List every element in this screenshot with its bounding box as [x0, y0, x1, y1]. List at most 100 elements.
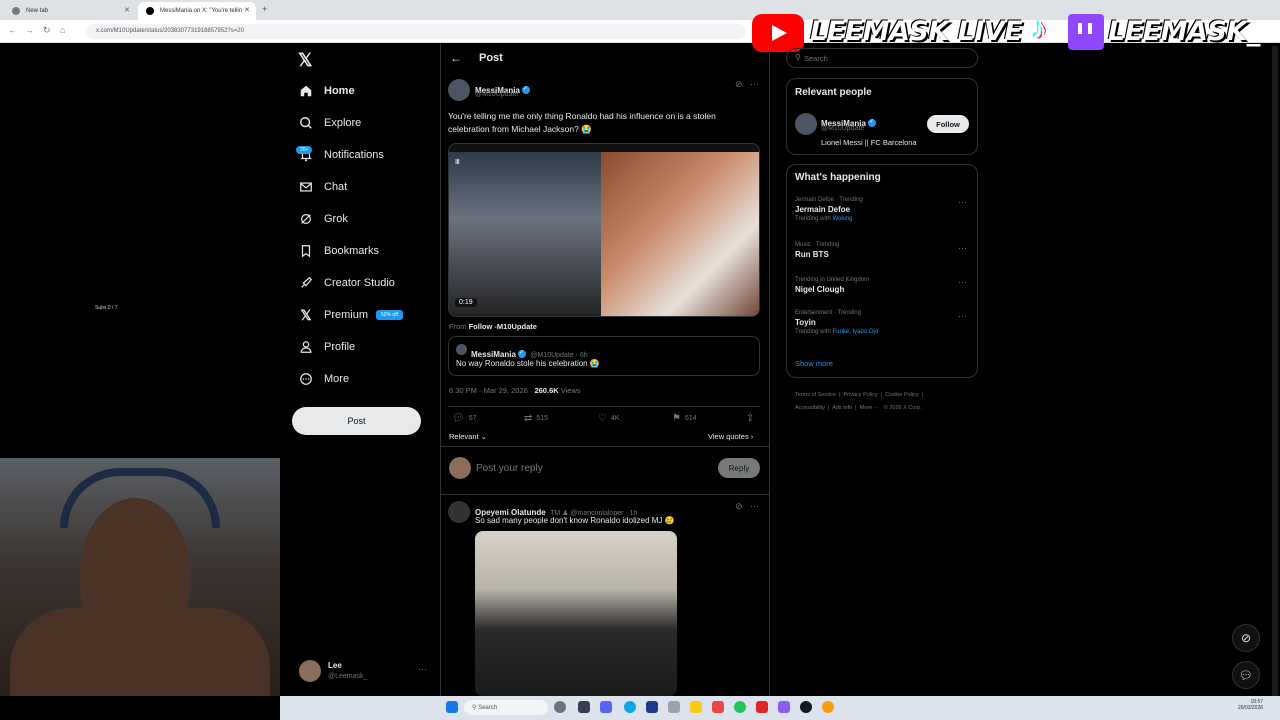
relevant-people-title: Relevant people — [795, 87, 872, 98]
url-field[interactable]: x.com/M10Update/status/20383077319188579… — [86, 24, 746, 39]
taskbar-clock[interactable]: 18:57 29/03/2026 — [1238, 699, 1263, 711]
reload-icon[interactable]: ↻ — [43, 25, 51, 36]
reply-input[interactable] — [476, 460, 706, 476]
view-quotes-link[interactable]: View quotes › — [708, 432, 753, 441]
footer-link[interactable]: Accessibility — [795, 405, 825, 411]
x-logo-icon — [146, 7, 154, 15]
whats-happening-title: What's happening — [795, 172, 881, 183]
trend-more-icon[interactable]: ··· — [958, 243, 967, 253]
windows-start-icon[interactable] — [446, 701, 458, 713]
footer-link[interactable]: Ads info — [832, 405, 852, 411]
nav-explore[interactable]: Explore — [298, 112, 361, 134]
account-menu-icon[interactable]: ··· — [418, 664, 427, 674]
trend-more-icon[interactable]: ··· — [958, 277, 967, 287]
video-frame-left — [449, 152, 601, 316]
author-avatar[interactable] — [448, 79, 470, 101]
home-icon[interactable]: ⌂ — [60, 25, 65, 35]
nav-creator-studio[interactable]: Creator Studio — [298, 272, 395, 294]
search-input[interactable] — [804, 52, 964, 64]
grok-explain-icon[interactable]: ⊘ — [735, 501, 743, 512]
trend-more-icon[interactable]: ··· — [958, 311, 967, 321]
share-action[interactable]: ⇪ — [746, 413, 758, 424]
forward-icon[interactable]: → — [25, 25, 34, 35]
bookmark-icon: ⚑ — [672, 413, 681, 424]
home-icon — [298, 83, 314, 99]
trend-item[interactable]: Jermain Defoe · Trending Jermain Defoe T… — [795, 197, 971, 231]
account-handle: @Leemask_ — [328, 673, 368, 680]
app-icon[interactable] — [646, 701, 658, 713]
nav-more[interactable]: More — [298, 368, 349, 390]
edge-icon[interactable] — [624, 701, 636, 713]
messages-floating-button[interactable]: 💬︎ — [1232, 661, 1260, 689]
video-source-link[interactable]: Follow -M10Update — [469, 322, 537, 331]
discord-icon[interactable] — [600, 701, 612, 713]
obs-icon[interactable] — [554, 701, 566, 713]
file-explorer-icon[interactable] — [690, 701, 702, 713]
reply-author-avatar[interactable] — [448, 501, 470, 523]
trend-more-icon[interactable]: ··· — [958, 197, 967, 207]
video-logo: Ⅲ — [455, 159, 460, 166]
nav-bookmarks[interactable]: Bookmarks — [298, 240, 379, 262]
repost-action[interactable]: ⇄ 515 — [524, 413, 548, 424]
trend-item[interactable]: Entertainment · Trending Toyin Trending … — [795, 310, 971, 344]
search-icon — [298, 115, 314, 131]
trend-item[interactable]: Music · Trending Run BTS — [795, 242, 971, 266]
premium-discount-badge: 50% off — [376, 310, 403, 320]
reply-action[interactable]: 💬︎ 57 — [452, 413, 477, 424]
task-view-icon[interactable] — [578, 701, 590, 713]
nav-grok[interactable]: Grok — [298, 208, 348, 230]
post-button[interactable]: Post — [292, 407, 421, 435]
taskbar-search[interactable]: ⚲ Search — [464, 700, 548, 715]
footer-link[interactable]: Cookie Policy — [885, 392, 918, 398]
brave-icon[interactable] — [712, 701, 724, 713]
grok-floating-button[interactable]: ⊘ — [1232, 624, 1260, 652]
tab-messimania[interactable]: MessiMania on X: "You're tellin ✕ — [138, 2, 256, 20]
scrollbar[interactable] — [1272, 46, 1278, 696]
close-tab-icon[interactable]: ✕ — [244, 6, 250, 14]
reply-button[interactable]: Reply — [718, 458, 760, 478]
nav-profile[interactable]: Profile — [298, 336, 355, 358]
relevant-person-handle: @M10Update — [821, 125, 865, 132]
verified-icon — [521, 85, 530, 94]
bookmark-action[interactable]: ⚑ 614 — [672, 413, 697, 424]
nav-home[interactable]: Home — [298, 80, 355, 102]
app-purple-icon[interactable] — [778, 701, 790, 713]
heart-icon: ♡ — [598, 413, 607, 424]
page-title: Post — [479, 52, 503, 64]
new-tab-icon[interactable]: + — [262, 4, 267, 14]
reply-more-icon[interactable]: ··· — [750, 501, 759, 511]
spotify-icon[interactable] — [734, 701, 746, 713]
app-red-icon[interactable] — [756, 701, 768, 713]
trend-item[interactable]: Trending in United Kingdom Nigel Clough — [795, 277, 971, 301]
tweet-more-icon[interactable]: ··· — [750, 79, 759, 89]
settings-icon[interactable] — [668, 701, 680, 713]
sort-relevant-dropdown[interactable]: Relevant ⌄ — [449, 432, 487, 441]
back-arrow-icon[interactable]: ← — [450, 51, 462, 65]
reply-text: So sad many people don't know Ronaldo id… — [475, 516, 675, 525]
mail-icon — [298, 179, 314, 195]
grok-explain-icon[interactable]: ⊘ — [735, 79, 743, 90]
like-action[interactable]: ♡ 4K — [598, 413, 620, 424]
tweet-video[interactable]: Ⅲ 0:19 — [448, 143, 760, 317]
app-dark-icon[interactable] — [800, 701, 812, 713]
relevant-person-avatar[interactable] — [795, 113, 817, 135]
repost-icon: ⇄ — [524, 413, 533, 424]
footer-link[interactable]: Terms of Service — [795, 392, 836, 398]
x-logo-icon[interactable]: 𝕏 — [298, 50, 313, 71]
nav-chat[interactable]: Chat — [298, 176, 347, 198]
show-more-link[interactable]: Show more — [795, 359, 833, 368]
follow-button[interactable]: Follow — [927, 115, 969, 133]
footer-link[interactable]: Privacy Policy — [844, 392, 878, 398]
streamer-body — [10, 608, 270, 696]
reply-photo[interactable] — [475, 531, 677, 696]
close-tab-icon[interactable]: ✕ — [124, 6, 130, 14]
headset-icon — [60, 468, 220, 528]
footer-link[interactable]: More ··· — [860, 405, 880, 411]
nav-premium[interactable]: 𝕏 Premium 50% off — [298, 304, 403, 326]
video-frame-right — [601, 152, 759, 316]
account-avatar[interactable] — [299, 660, 321, 682]
webcam-feed — [0, 458, 280, 696]
back-icon[interactable]: ← — [8, 25, 17, 35]
tab-new-tab[interactable]: New tab ✕ — [4, 2, 136, 20]
chrome-icon[interactable] — [822, 701, 834, 713]
